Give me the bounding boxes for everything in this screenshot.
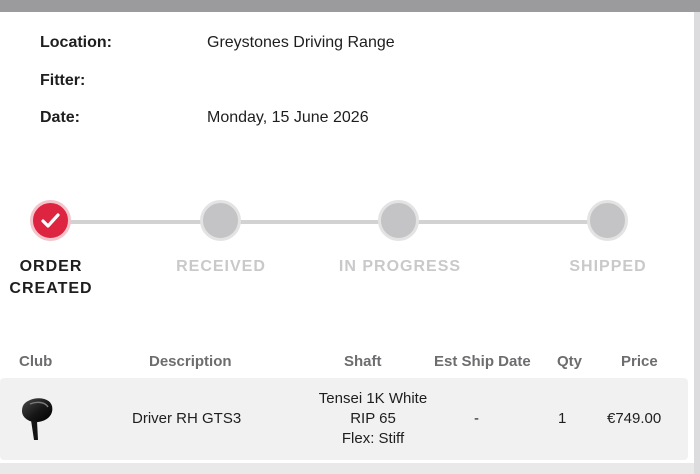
window-top-bar (0, 0, 700, 12)
step-received-label: RECEIVED (176, 258, 266, 275)
header-club: Club (19, 353, 53, 370)
scrollbar-track[interactable] (694, 12, 700, 474)
step-order-created-line2: CREATED (9, 280, 93, 297)
header-description: Description (149, 353, 232, 370)
step-received-indicator (200, 200, 241, 241)
location-value: Greystones Driving Range (207, 34, 395, 51)
step-order-created-indicator (30, 200, 71, 241)
checkmark-icon (41, 213, 60, 228)
date-label: Date: (40, 109, 81, 126)
progress-line (52, 220, 608, 224)
item-price: €749.00 (607, 410, 662, 427)
fitter-row: Fitter: (40, 72, 207, 94)
header-est-ship-date: Est Ship Date (434, 353, 531, 370)
step-order-created-line1: ORDER (19, 258, 83, 275)
date-value: Monday, 15 June 2026 (207, 109, 369, 126)
step-in-progress-indicator (378, 200, 419, 241)
step-in-progress-label: IN PROGRESS (338, 258, 462, 275)
header-price: Price (621, 353, 658, 370)
item-description: Driver RH GTS3 (132, 410, 242, 427)
header-shaft: Shaft (344, 353, 382, 370)
fitter-label: Fitter: (40, 72, 86, 89)
location-label: Location: (40, 34, 112, 51)
golf-driver-icon (22, 398, 53, 440)
location-row: Location: Greystones Driving Range (40, 34, 395, 56)
shaft-weight: RIP 65 (350, 410, 396, 427)
shaft-model: Tensei 1K White (318, 390, 428, 407)
item-qty: 1 (558, 410, 567, 427)
date-row: Date: Monday, 15 June 2026 (40, 109, 369, 131)
step-shipped-indicator (587, 200, 628, 241)
header-qty: Qty (557, 353, 583, 370)
item-est-ship-date: - (474, 410, 479, 427)
shaft-flex: Flex: Stiff (341, 430, 405, 447)
step-shipped-label: SHIPPED (569, 258, 647, 275)
step-order-created-label: ORDER CREATED (0, 256, 102, 300)
item-shaft: Tensei 1K White RIP 65 Flex: Stiff (290, 389, 456, 449)
